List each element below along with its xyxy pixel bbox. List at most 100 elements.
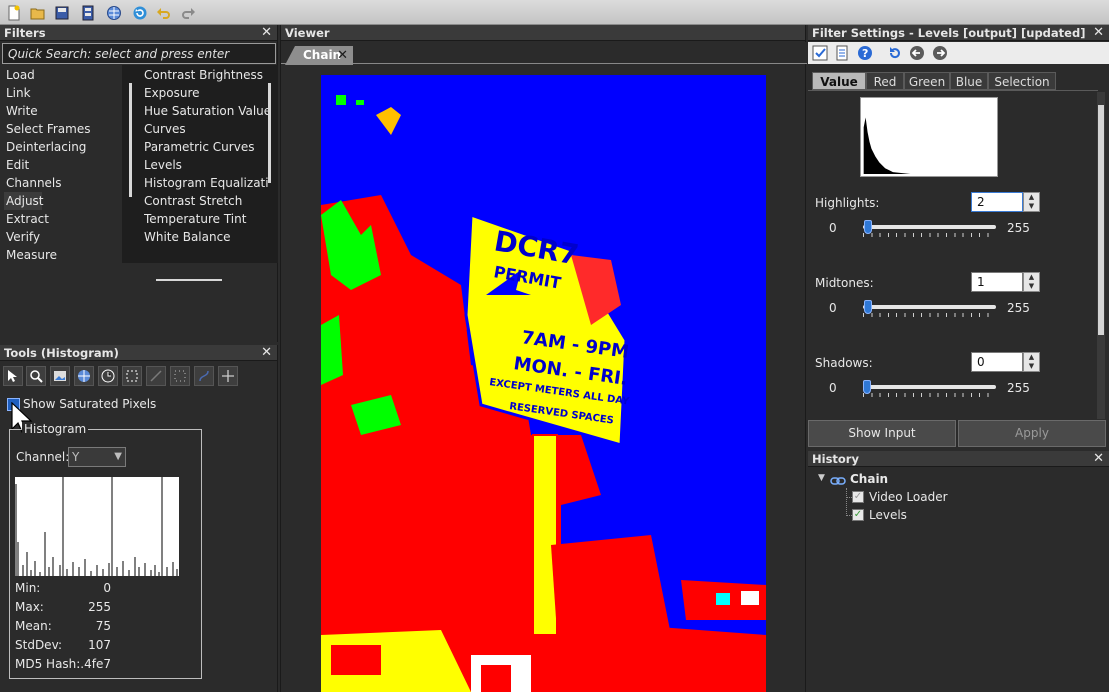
highlights-slider-track[interactable]	[863, 225, 996, 229]
filter-category-write[interactable]: Write	[4, 102, 114, 120]
viewer-canvas[interactable]: DCR7 PERMIT 7AM - 9PM MON. - FRI. EXCEPT…	[321, 75, 766, 692]
settings-buttons: Show Input Apply	[808, 420, 1109, 448]
tab-red[interactable]: Red	[866, 72, 904, 90]
filter-category-measure[interactable]: Measure	[4, 246, 114, 264]
filter-item-contrast-brightness[interactable]: Contrast Brightness	[144, 66, 268, 84]
chevron-down-icon: ▼	[114, 451, 122, 462]
save-icon[interactable]	[52, 3, 71, 22]
settings-scrollbar-thumb[interactable]	[1098, 105, 1104, 335]
history-item-levels[interactable]: Levels	[869, 508, 907, 522]
history-item-video-loader[interactable]: Video Loader	[869, 490, 948, 504]
filtered-frame-image: DCR7 PERMIT 7AM - 9PM MON. - FRI. EXCEPT…	[321, 75, 766, 692]
history-root-chain[interactable]: Chain	[850, 472, 888, 486]
close-icon[interactable]: ✕	[261, 346, 272, 359]
save-all-icon[interactable]	[78, 3, 97, 22]
tab-blue[interactable]: Blue	[950, 72, 988, 90]
filter-item-temperature-tint[interactable]: Temperature Tint	[144, 210, 268, 228]
tab-chain[interactable]: Chain ✕	[285, 46, 353, 65]
history-check-video-loader[interactable]: ✓	[852, 491, 864, 503]
midtones-slider-thumb[interactable]	[863, 300, 872, 314]
line-tool-icon[interactable]	[146, 366, 166, 386]
filter-category-deinterlacing[interactable]: Deinterlacing	[4, 138, 114, 156]
shadows-stepper[interactable]: ▲ ▼	[1023, 352, 1040, 372]
close-icon[interactable]: ✕	[1093, 452, 1104, 465]
filter-item-parametric-curves[interactable]: Parametric Curves	[144, 138, 268, 156]
filter-category-load[interactable]: Load	[4, 66, 114, 84]
clock-tool-icon[interactable]	[98, 366, 118, 386]
chevron-down-icon[interactable]: ▼	[818, 473, 825, 483]
highlights-min-label: 0	[829, 221, 837, 235]
filter-category-adjust[interactable]: Adjust	[4, 192, 44, 210]
history-check-levels[interactable]: ✓	[852, 509, 864, 521]
highlights-input[interactable]	[971, 192, 1023, 212]
close-icon[interactable]: ✕	[1093, 26, 1104, 39]
apply-button[interactable]: Apply	[958, 420, 1106, 447]
highlights-max-label: 255	[1007, 221, 1030, 235]
highlights-slider-thumb[interactable]	[864, 220, 873, 234]
midtones-input[interactable]	[971, 272, 1023, 292]
shadows-slider-thumb[interactable]	[863, 380, 871, 394]
filter-category-extract[interactable]: Extract	[4, 210, 114, 228]
points-tool-icon[interactable]	[170, 366, 190, 386]
highlights-label: Highlights:	[815, 196, 880, 210]
open-folder-icon[interactable]	[28, 3, 47, 22]
shadows-slider-track[interactable]	[863, 385, 996, 389]
filter-item-contrast-stretch[interactable]: Contrast Stretch	[144, 192, 268, 210]
reset-icon[interactable]	[886, 44, 904, 62]
stat-md5-label: MD5 Hash:	[15, 657, 81, 671]
filter-category-select-frames[interactable]: Select Frames	[4, 120, 114, 138]
document-properties-icon[interactable]	[834, 44, 852, 62]
stat-stddev-value: 107	[88, 638, 111, 652]
globe-tool-icon[interactable]	[74, 366, 94, 386]
filter-list-scrollbar[interactable]	[268, 83, 271, 183]
filter-item-histogram-equalization[interactable]: Histogram Equalization	[144, 174, 268, 192]
new-file-icon[interactable]	[4, 3, 23, 22]
shadows-input[interactable]	[971, 352, 1023, 372]
filter-item-hue-saturation-value[interactable]: Hue Saturation Value	[144, 102, 268, 120]
stat-min-label: Min:	[15, 581, 41, 595]
main-toolbar	[0, 0, 1109, 25]
curve-tool-icon[interactable]	[194, 366, 214, 386]
globe-icon[interactable]	[104, 3, 123, 22]
redo-icon[interactable]	[178, 3, 197, 22]
tab-value[interactable]: Value	[812, 72, 866, 90]
select-rect-tool-icon[interactable]	[122, 366, 142, 386]
highlights-stepper[interactable]: ▲ ▼	[1023, 192, 1040, 212]
filter-category-channels[interactable]: Channels	[4, 174, 114, 192]
filter-list-hscrollbar[interactable]	[156, 279, 222, 281]
filter-item-levels[interactable]: Levels	[144, 156, 268, 174]
filter-item-curves[interactable]: Curves	[144, 120, 268, 138]
tab-green[interactable]: Green	[904, 72, 950, 90]
close-icon[interactable]: ✕	[337, 46, 348, 65]
tab-chain-label: Chain	[303, 48, 342, 62]
crosshair-tool-icon[interactable]	[218, 366, 238, 386]
svg-text:?: ?	[862, 47, 868, 60]
filter-category-link[interactable]: Link	[4, 84, 114, 102]
refresh-icon[interactable]	[130, 3, 149, 22]
arrow-left-icon[interactable]	[908, 44, 926, 62]
arrow-right-icon[interactable]	[931, 44, 949, 62]
midtones-slider-track[interactable]	[863, 305, 996, 309]
help-icon[interactable]: ?	[856, 44, 874, 62]
filters-panel-title: Filters	[0, 25, 277, 41]
filter-item-exposure[interactable]: Exposure	[144, 84, 268, 102]
close-icon[interactable]: ✕	[261, 26, 272, 39]
zoom-tool-icon[interactable]	[26, 366, 46, 386]
enable-checkbox-icon[interactable]	[811, 44, 829, 62]
channel-tabs: Value Red Green Blue Selection	[808, 70, 1109, 90]
undo-icon[interactable]	[154, 3, 173, 22]
show-input-button[interactable]: Show Input	[808, 420, 956, 447]
show-saturated-label: Show Saturated Pixels	[23, 397, 157, 411]
filter-category-verify[interactable]: Verify	[4, 228, 114, 246]
filter-category-edit[interactable]: Edit	[4, 156, 114, 174]
pointer-tool-icon[interactable]	[3, 366, 23, 386]
channel-select[interactable]: Y ▼	[68, 447, 126, 467]
image-tool-icon[interactable]	[50, 366, 70, 386]
quick-search-input[interactable]	[2, 43, 276, 64]
settings-toolbar: ?	[808, 42, 1109, 64]
category-scrollbar[interactable]	[129, 83, 132, 197]
tab-selection[interactable]: Selection	[988, 72, 1056, 90]
shadows-min-label: 0	[829, 381, 837, 395]
filter-item-white-balance[interactable]: White Balance	[144, 228, 268, 246]
midtones-stepper[interactable]: ▲ ▼	[1023, 272, 1040, 292]
